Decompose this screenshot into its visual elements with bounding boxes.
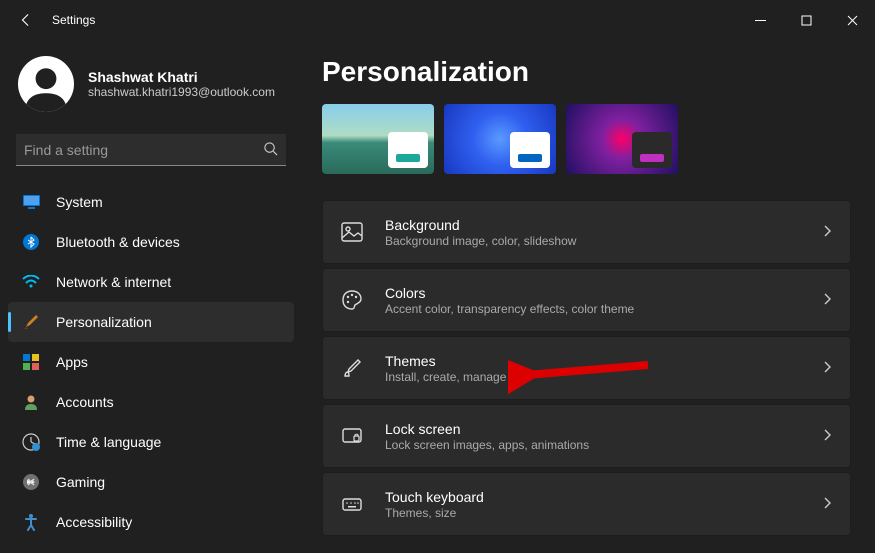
clock-globe-icon xyxy=(22,433,40,451)
search-icon xyxy=(263,141,278,159)
card-lockscreen[interactable]: Lock screen Lock screen images, apps, an… xyxy=(322,404,851,468)
theme-preview-1[interactable] xyxy=(322,104,434,174)
close-button[interactable] xyxy=(829,4,875,36)
chevron-right-icon xyxy=(822,360,832,377)
system-icon xyxy=(22,193,40,211)
card-subtitle: Background image, color, slideshow xyxy=(385,234,822,248)
keyboard-icon xyxy=(341,493,363,515)
page-title: Personalization xyxy=(322,56,851,88)
maximize-button[interactable] xyxy=(783,4,829,36)
sidebar-item-label: Network & internet xyxy=(56,274,171,290)
sidebar-item-gaming[interactable]: Gaming xyxy=(8,462,294,502)
card-subtitle: Accent color, transparency effects, colo… xyxy=(385,302,822,316)
sidebar-item-network[interactable]: Network & internet xyxy=(8,262,294,302)
main-content: Personalization Background Background im… xyxy=(302,40,875,553)
card-title: Lock screen xyxy=(385,421,822,437)
sidebar-item-label: Accessibility xyxy=(56,514,132,530)
card-title: Colors xyxy=(385,285,822,301)
gaming-icon xyxy=(22,473,40,491)
card-title: Themes xyxy=(385,353,822,369)
sidebar-item-label: Time & language xyxy=(56,434,161,450)
bluetooth-icon xyxy=(22,233,40,251)
person-icon xyxy=(22,393,40,411)
settings-cards: Background Background image, color, slid… xyxy=(322,200,851,536)
sidebar-item-apps[interactable]: Apps xyxy=(8,342,294,382)
chevron-right-icon xyxy=(822,496,832,513)
card-subtitle: Lock screen images, apps, animations xyxy=(385,438,822,452)
card-themes[interactable]: Themes Install, create, manage xyxy=(322,336,851,400)
nav-list: System Bluetooth & devices Network & int… xyxy=(0,182,302,542)
sidebar-item-accessibility[interactable]: Accessibility xyxy=(8,502,294,542)
sidebar-item-bluetooth[interactable]: Bluetooth & devices xyxy=(8,222,294,262)
card-background[interactable]: Background Background image, color, slid… xyxy=(322,200,851,264)
card-touchkeyboard[interactable]: Touch keyboard Themes, size xyxy=(322,472,851,536)
chevron-right-icon xyxy=(822,224,832,241)
apps-icon xyxy=(22,353,40,371)
paintbrush-icon xyxy=(22,313,40,331)
theme-preview-2[interactable] xyxy=(444,104,556,174)
search-box[interactable] xyxy=(16,134,286,166)
back-button[interactable] xyxy=(14,8,38,32)
window-controls xyxy=(737,4,875,36)
avatar xyxy=(18,56,74,112)
card-title: Background xyxy=(385,217,822,233)
wifi-icon xyxy=(22,273,40,291)
window-title: Settings xyxy=(52,13,95,27)
card-colors[interactable]: Colors Accent color, transparency effect… xyxy=(322,268,851,332)
sidebar-item-accounts[interactable]: Accounts xyxy=(8,382,294,422)
sidebar-item-label: Apps xyxy=(56,354,88,370)
card-title: Touch keyboard xyxy=(385,489,822,505)
minimize-button[interactable] xyxy=(737,4,783,36)
sidebar-item-time[interactable]: Time & language xyxy=(8,422,294,462)
accessibility-icon xyxy=(22,513,40,531)
sidebar-item-system[interactable]: System xyxy=(8,182,294,222)
theme-preview-3[interactable] xyxy=(566,104,678,174)
user-email: shashwat.khatri1993@outlook.com xyxy=(88,85,275,99)
chevron-right-icon xyxy=(822,428,832,445)
titlebar: Settings xyxy=(0,0,875,40)
card-subtitle: Themes, size xyxy=(385,506,822,520)
chevron-right-icon xyxy=(822,292,832,309)
search-input[interactable] xyxy=(24,142,263,158)
card-subtitle: Install, create, manage xyxy=(385,370,822,384)
sidebar-item-label: Personalization xyxy=(56,314,152,330)
theme-previews xyxy=(322,104,851,174)
sidebar-item-label: Bluetooth & devices xyxy=(56,234,180,250)
sidebar-item-label: Gaming xyxy=(56,474,105,490)
brush-icon xyxy=(341,357,363,379)
lock-screen-icon xyxy=(341,425,363,447)
sidebar-item-label: System xyxy=(56,194,103,210)
sidebar-item-personalization[interactable]: Personalization xyxy=(8,302,294,342)
sidebar-item-label: Accounts xyxy=(56,394,114,410)
sidebar: Shashwat Khatri shashwat.khatri1993@outl… xyxy=(0,40,302,553)
palette-icon xyxy=(341,289,363,311)
user-profile[interactable]: Shashwat Khatri shashwat.khatri1993@outl… xyxy=(0,50,302,130)
picture-icon xyxy=(341,221,363,243)
user-name: Shashwat Khatri xyxy=(88,69,275,85)
